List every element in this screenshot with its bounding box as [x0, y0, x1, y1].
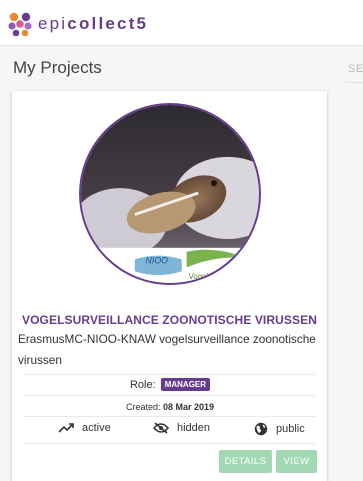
trending-up-icon	[58, 423, 74, 433]
logo-erasmus-text: MC	[101, 260, 114, 269]
logo-nioo-text: NIOO	[146, 255, 169, 265]
status-active: active	[58, 422, 111, 434]
status-hidden-label: hidden	[177, 422, 211, 434]
status-hidden: hidden	[153, 422, 210, 434]
epicollect5-logo[interactable]: epicollect5	[7, 11, 148, 37]
project-logo-image[interactable]: MC NIOO Vogel	[79, 103, 261, 285]
search-input-underline	[346, 82, 363, 83]
top-navbar: epicollect5	[0, 0, 363, 46]
created-label: Created:	[125, 402, 161, 412]
status-active-label: active	[82, 422, 111, 434]
created-row: Created: 08 Mar 2019	[24, 395, 316, 417]
eye-slash-icon	[153, 422, 169, 434]
created-date: 08 Mar 2019	[163, 402, 215, 412]
page-title: My Projects	[13, 58, 102, 77]
project-card: MC NIOO Vogel VOGELSURVEILLANCE ZOONOTIS…	[12, 91, 327, 481]
project-description: ErasmusMC-NIOO-KNAW vogelsurveillance zo…	[18, 332, 316, 367]
view-button[interactable]: VIEW	[276, 450, 317, 473]
logo-mark-icon	[8, 12, 32, 37]
project-name[interactable]: VOGELSURVEILLANCE ZOONOTISCHE VIRUSSEN	[12, 313, 327, 327]
details-button[interactable]: DETAILS	[219, 450, 272, 473]
logo-text-light: epi	[38, 14, 68, 33]
status-row: active hidden public	[24, 416, 316, 444]
globe-icon	[254, 422, 268, 436]
logo-text-bold: collect5	[67, 14, 149, 33]
role-badge: MANAGER	[160, 378, 211, 391]
search-input-peek[interactable]: SE	[348, 63, 363, 75]
status-public-label: public	[276, 423, 305, 435]
project-photo: MC NIOO Vogel	[81, 105, 259, 283]
status-public: public	[254, 422, 305, 436]
logo-vogel-text: Vogel	[189, 272, 209, 281]
role-row: Role: MANAGER	[24, 374, 316, 396]
role-label: Role:	[129, 379, 156, 391]
logo-text: epicollect5	[38, 11, 148, 37]
